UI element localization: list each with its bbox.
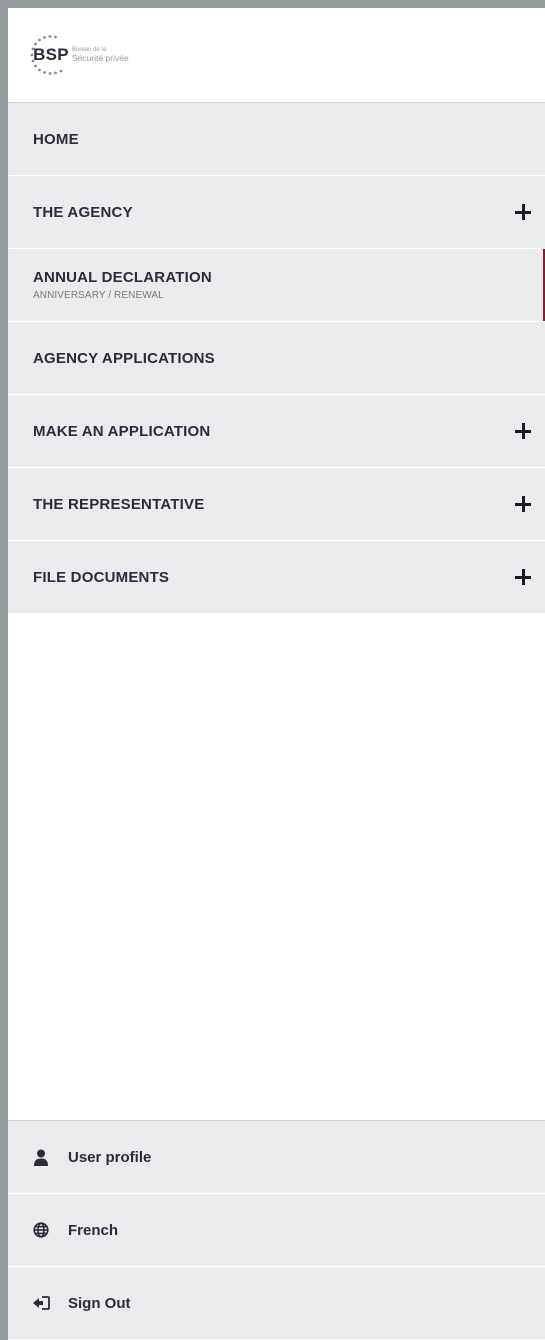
nav-text: ANNUAL DECLARATION ANNIVERSARY / RENEWAL (33, 269, 212, 301)
nav-text: THE AGENCY (33, 204, 133, 221)
nav-text: AGENCY APPLICATIONS (33, 350, 215, 367)
nav-text: THE REPRESENTATIVE (33, 496, 204, 513)
side-menu-panel: BSP Bureau de la Sécurité privée HOME TH… (8, 8, 545, 1340)
nav-item-annual-declaration[interactable]: ANNUAL DECLARATION ANNIVERSARY / RENEWAL (8, 249, 545, 322)
nav-item-sublabel: ANNIVERSARY / RENEWAL (33, 290, 164, 301)
nav-item-label: AGENCY APPLICATIONS (33, 349, 215, 367)
nav-item-the-representative[interactable]: THE REPRESENTATIVE (8, 468, 545, 541)
nav-item-label: ANNUAL DECLARATION (33, 269, 212, 286)
logo-header: BSP Bureau de la Sécurité privée (8, 8, 545, 103)
expand-plus-icon[interactable] (515, 423, 531, 439)
nav-item-label: MAKE AN APPLICATION (33, 422, 211, 440)
logo-seal-icon: BSP (22, 33, 80, 77)
nav-text: HOME (33, 131, 79, 148)
user-profile-label: User profile (68, 1148, 152, 1166)
nav-item-label: THE AGENCY (33, 203, 133, 221)
language-toggle[interactable]: French (8, 1194, 545, 1267)
menu-spacer (8, 614, 545, 1120)
expand-plus-icon[interactable] (515, 204, 531, 220)
nav-item-agency-applications[interactable]: AGENCY APPLICATIONS (8, 322, 545, 395)
user-icon (32, 1148, 50, 1166)
sign-out-link[interactable]: Sign Out (8, 1267, 545, 1340)
nav-item-label: THE REPRESENTATIVE (33, 495, 205, 513)
nav-text: FILE DOCUMENTS (33, 569, 169, 586)
menu-footer: User profile French Sign Out (8, 1120, 545, 1340)
bsp-logo[interactable]: BSP Bureau de la Sécurité privée (22, 33, 129, 77)
nav-item-file-documents[interactable]: FILE DOCUMENTS (8, 541, 545, 614)
nav-item-home[interactable]: HOME (8, 103, 545, 176)
expand-plus-icon[interactable] (515, 569, 531, 585)
sign-out-icon (32, 1294, 50, 1312)
nav-item-make-an-application[interactable]: MAKE AN APPLICATION (8, 395, 545, 468)
user-profile-link[interactable]: User profile (8, 1121, 545, 1194)
nav-item-label: FILE DOCUMENTS (33, 568, 170, 586)
nav-text: MAKE AN APPLICATION (33, 423, 210, 440)
language-label: French (68, 1221, 119, 1239)
logo-line-2: Sécurité privée (72, 52, 129, 63)
globe-icon (32, 1221, 50, 1239)
sign-out-label: Sign Out (68, 1294, 131, 1312)
logo-name: Bureau de la Sécurité privée (72, 47, 129, 62)
nav-item-the-agency[interactable]: THE AGENCY (8, 176, 545, 249)
logo-abbreviation: BSP (33, 45, 69, 64)
nav-item-label: HOME (33, 130, 79, 148)
main-navigation: HOME THE AGENCY ANNUAL DECLARATION ANNIV… (8, 103, 545, 614)
expand-plus-icon[interactable] (515, 496, 531, 512)
